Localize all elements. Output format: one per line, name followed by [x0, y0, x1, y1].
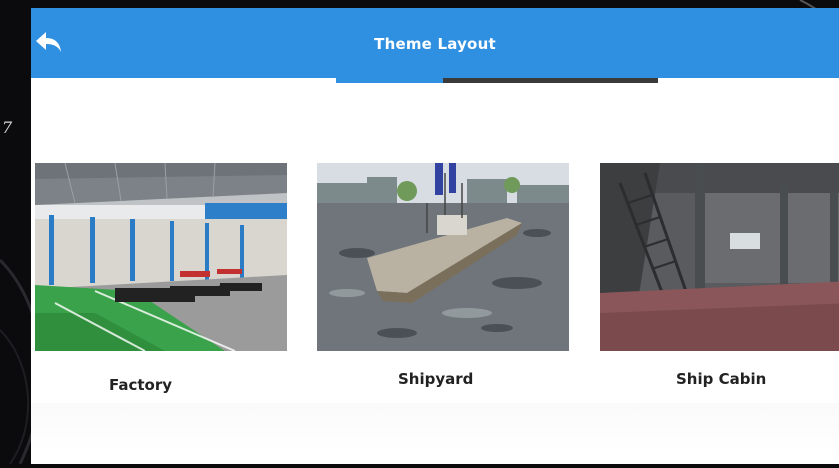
ship-cabin-thumbnail	[600, 163, 839, 351]
edge-glyph: 7	[2, 118, 13, 137]
theme-label-shipyard: Shipyard	[398, 370, 474, 388]
active-tab-indicator	[336, 78, 444, 83]
theme-card-shipyard[interactable]: Shipyard	[317, 163, 569, 388]
shipyard-thumbnail	[317, 163, 569, 351]
theme-card-ship-cabin[interactable]: Ship Cabin	[600, 163, 839, 388]
theme-card-factory[interactable]: Factory	[35, 163, 287, 394]
theme-layout-panel: Theme Layout Factory Shipyard Ship Cabin	[31, 8, 839, 464]
page-title: Theme Layout	[374, 35, 496, 53]
theme-label-factory: Factory	[109, 376, 173, 394]
tab-strip[interactable]	[336, 78, 658, 83]
theme-label-ship-cabin: Ship Cabin	[676, 370, 767, 388]
header-bar: Theme Layout	[31, 8, 839, 78]
factory-thumbnail	[35, 163, 287, 351]
footer-area	[31, 403, 839, 453]
